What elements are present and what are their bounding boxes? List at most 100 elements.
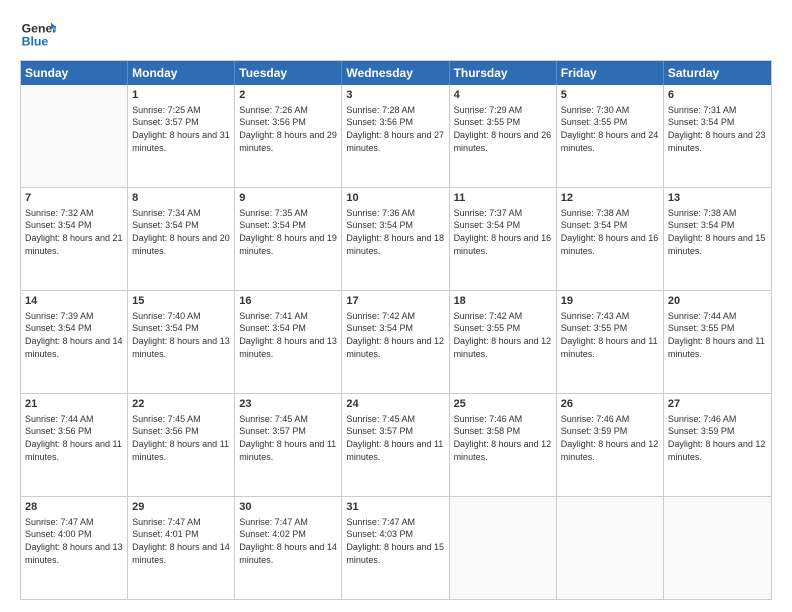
- calendar-cell: [21, 85, 128, 187]
- sunrise-info: Sunrise: 7:29 AMSunset: 3:55 PMDaylight:…: [454, 105, 552, 153]
- sunrise-info: Sunrise: 7:38 AMSunset: 3:54 PMDaylight:…: [668, 208, 766, 256]
- calendar-header: SundayMondayTuesdayWednesdayThursdayFrid…: [21, 61, 771, 85]
- day-number: 25: [454, 397, 552, 412]
- calendar-body: 1Sunrise: 7:25 AMSunset: 3:57 PMDaylight…: [21, 85, 771, 599]
- sunrise-info: Sunrise: 7:36 AMSunset: 3:54 PMDaylight:…: [346, 208, 444, 256]
- calendar-cell: 18 Sunrise: 7:42 AMSunset: 3:55 PMDayligh…: [450, 291, 557, 393]
- calendar-cell: 25 Sunrise: 7:46 AMSunset: 3:58 PMDayligh…: [450, 394, 557, 496]
- header-day-tuesday: Tuesday: [235, 61, 342, 85]
- header-day-saturday: Saturday: [664, 61, 771, 85]
- sunrise-info: Sunrise: 7:26 AMSunset: 3:56 PMDaylight:…: [239, 105, 337, 153]
- day-number: 13: [668, 191, 767, 206]
- day-number: 17: [346, 294, 444, 309]
- day-number: 6: [668, 88, 767, 103]
- day-number: 4: [454, 88, 552, 103]
- sunrise-info: Sunrise: 7:47 AMSunset: 4:03 PMDaylight:…: [346, 517, 444, 565]
- calendar-cell: 20 Sunrise: 7:44 AMSunset: 3:55 PMDayligh…: [664, 291, 771, 393]
- calendar-cell: 27 Sunrise: 7:46 AMSunset: 3:59 PMDayligh…: [664, 394, 771, 496]
- sunrise-info: Sunrise: 7:42 AMSunset: 3:55 PMDaylight:…: [454, 311, 552, 359]
- sunrise-info: Sunrise: 7:34 AMSunset: 3:54 PMDaylight:…: [132, 208, 230, 256]
- day-number: 12: [561, 191, 659, 206]
- day-number: 19: [561, 294, 659, 309]
- calendar-cell: [450, 497, 557, 599]
- calendar-week-2: 7 Sunrise: 7:32 AMSunset: 3:54 PMDaylight…: [21, 188, 771, 291]
- calendar-cell: 6 Sunrise: 7:31 AMSunset: 3:54 PMDaylight…: [664, 85, 771, 187]
- calendar-page: General Blue SundayMondayTuesdayWednesda…: [0, 0, 792, 612]
- sunrise-info: Sunrise: 7:46 AMSunset: 3:59 PMDaylight:…: [561, 414, 659, 462]
- calendar-cell: [664, 497, 771, 599]
- calendar-cell: 7 Sunrise: 7:32 AMSunset: 3:54 PMDaylight…: [21, 188, 128, 290]
- sunrise-info: Sunrise: 7:44 AMSunset: 3:56 PMDaylight:…: [25, 414, 122, 462]
- day-number: 16: [239, 294, 337, 309]
- sunrise-info: Sunrise: 7:41 AMSunset: 3:54 PMDaylight:…: [239, 311, 337, 359]
- calendar-cell: 3 Sunrise: 7:28 AMSunset: 3:56 PMDaylight…: [342, 85, 449, 187]
- calendar-cell: 31 Sunrise: 7:47 AMSunset: 4:03 PMDayligh…: [342, 497, 449, 599]
- calendar-cell: 23 Sunrise: 7:45 AMSunset: 3:57 PMDayligh…: [235, 394, 342, 496]
- calendar-cell: 9 Sunrise: 7:35 AMSunset: 3:54 PMDaylight…: [235, 188, 342, 290]
- calendar-cell: 14 Sunrise: 7:39 AMSunset: 3:54 PMDayligh…: [21, 291, 128, 393]
- day-number: 29: [132, 500, 230, 515]
- day-number: 15: [132, 294, 230, 309]
- calendar-week-1: 1Sunrise: 7:25 AMSunset: 3:57 PMDaylight…: [21, 85, 771, 188]
- calendar-cell: 30Sunrise: 7:47 AMSunset: 4:02 PMDayligh…: [235, 497, 342, 599]
- sunrise-info: Sunrise: 7:45 AMSunset: 3:57 PMDaylight:…: [239, 414, 336, 462]
- day-number: 5: [561, 88, 659, 103]
- calendar-cell: 15 Sunrise: 7:40 AMSunset: 3:54 PMDayligh…: [128, 291, 235, 393]
- header-day-wednesday: Wednesday: [342, 61, 449, 85]
- sunrise-info: Sunrise: 7:38 AMSunset: 3:54 PMDaylight:…: [561, 208, 659, 256]
- day-number: 31: [346, 500, 444, 515]
- calendar-cell: 10 Sunrise: 7:36 AMSunset: 3:54 PMDayligh…: [342, 188, 449, 290]
- calendar-cell: 13 Sunrise: 7:38 AMSunset: 3:54 PMDayligh…: [664, 188, 771, 290]
- sunrise-info: Sunrise: 7:31 AMSunset: 3:54 PMDaylight:…: [668, 105, 766, 153]
- calendar-cell: 29Sunrise: 7:47 AMSunset: 4:01 PMDayligh…: [128, 497, 235, 599]
- svg-text:General: General: [22, 21, 56, 35]
- header-day-sunday: Sunday: [21, 61, 128, 85]
- sunrise-info: Sunrise: 7:40 AMSunset: 3:54 PMDaylight:…: [132, 311, 230, 359]
- sunrise-info: Sunrise: 7:28 AMSunset: 3:56 PMDaylight:…: [346, 105, 444, 153]
- day-number: 21: [25, 397, 123, 412]
- day-number: 9: [239, 191, 337, 206]
- calendar-cell: 4 Sunrise: 7:29 AMSunset: 3:55 PMDaylight…: [450, 85, 557, 187]
- sunrise-info: Sunrise: 7:46 AMSunset: 3:58 PMDaylight:…: [454, 414, 552, 462]
- sunrise-info: Sunrise: 7:47 AMSunset: 4:00 PMDaylight:…: [25, 517, 123, 565]
- logo-icon: General Blue: [20, 16, 56, 52]
- calendar-week-5: 28 Sunrise: 7:47 AMSunset: 4:00 PMDayligh…: [21, 497, 771, 599]
- calendar-week-4: 21 Sunrise: 7:44 AMSunset: 3:56 PMDayligh…: [21, 394, 771, 497]
- day-number: 3: [346, 88, 444, 103]
- day-number: 30: [239, 500, 337, 515]
- calendar-cell: 26 Sunrise: 7:46 AMSunset: 3:59 PMDayligh…: [557, 394, 664, 496]
- day-number: 24: [346, 397, 444, 412]
- header-day-friday: Friday: [557, 61, 664, 85]
- day-number: 18: [454, 294, 552, 309]
- calendar-week-3: 14 Sunrise: 7:39 AMSunset: 3:54 PMDayligh…: [21, 291, 771, 394]
- day-number: 26: [561, 397, 659, 412]
- sunrise-info: Sunrise: 7:32 AMSunset: 3:54 PMDaylight:…: [25, 208, 123, 256]
- sunrise-info: Sunrise: 7:30 AMSunset: 3:55 PMDaylight:…: [561, 105, 659, 153]
- day-number: 10: [346, 191, 444, 206]
- sunrise-info: Sunrise: 7:25 AMSunset: 3:57 PMDaylight:…: [132, 105, 230, 153]
- sunrise-info: Sunrise: 7:46 AMSunset: 3:59 PMDaylight:…: [668, 414, 766, 462]
- day-number: 23: [239, 397, 337, 412]
- day-number: 27: [668, 397, 767, 412]
- logo: General Blue: [20, 16, 56, 52]
- calendar-cell: 28 Sunrise: 7:47 AMSunset: 4:00 PMDayligh…: [21, 497, 128, 599]
- day-number: 20: [668, 294, 767, 309]
- svg-text:Blue: Blue: [22, 34, 49, 48]
- header-day-thursday: Thursday: [450, 61, 557, 85]
- day-number: 8: [132, 191, 230, 206]
- calendar-cell: 19 Sunrise: 7:43 AMSunset: 3:55 PMDayligh…: [557, 291, 664, 393]
- sunrise-info: Sunrise: 7:43 AMSunset: 3:55 PMDaylight:…: [561, 311, 658, 359]
- day-number: 28: [25, 500, 123, 515]
- sunrise-info: Sunrise: 7:44 AMSunset: 3:55 PMDaylight:…: [668, 311, 765, 359]
- day-number: 14: [25, 294, 123, 309]
- calendar-cell: [557, 497, 664, 599]
- calendar-cell: 17Sunrise: 7:42 AMSunset: 3:54 PMDayligh…: [342, 291, 449, 393]
- calendar-cell: 12 Sunrise: 7:38 AMSunset: 3:54 PMDayligh…: [557, 188, 664, 290]
- sunrise-info: Sunrise: 7:35 AMSunset: 3:54 PMDaylight:…: [239, 208, 337, 256]
- calendar-cell: 24Sunrise: 7:45 AMSunset: 3:57 PMDayligh…: [342, 394, 449, 496]
- calendar-cell: 5 Sunrise: 7:30 AMSunset: 3:55 PMDaylight…: [557, 85, 664, 187]
- calendar-cell: 22Sunrise: 7:45 AMSunset: 3:56 PMDayligh…: [128, 394, 235, 496]
- sunrise-info: Sunrise: 7:39 AMSunset: 3:54 PMDaylight:…: [25, 311, 123, 359]
- calendar-cell: 11Sunrise: 7:37 AMSunset: 3:54 PMDayligh…: [450, 188, 557, 290]
- day-number: 7: [25, 191, 123, 206]
